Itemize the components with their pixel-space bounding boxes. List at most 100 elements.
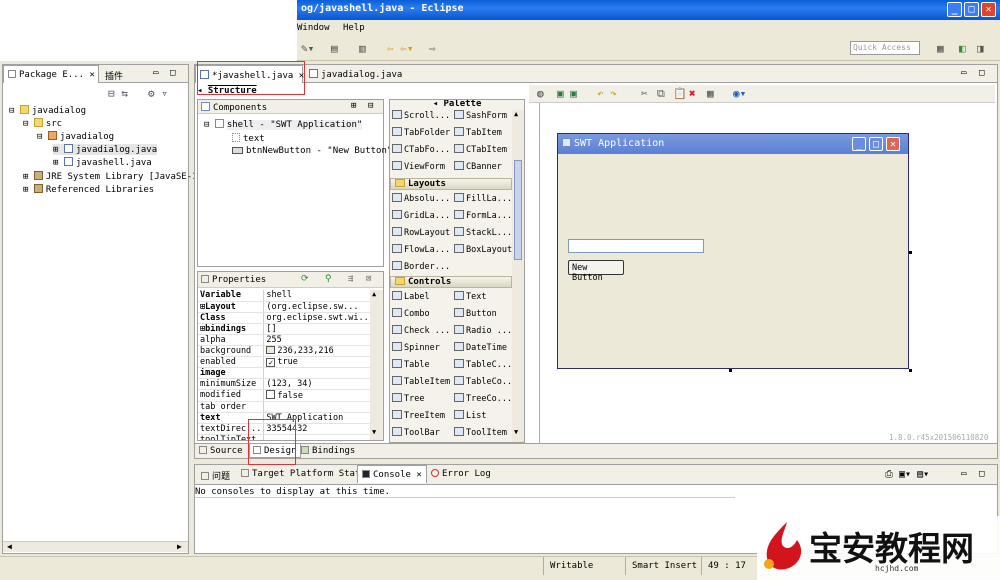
tab-javadialog[interactable]: javadialog.java	[305, 65, 405, 83]
cut-icon[interactable]: ✂	[641, 87, 648, 100]
close-button[interactable]: ✕	[981, 2, 996, 17]
preview-icon[interactable]: ▣ ▣	[557, 87, 577, 100]
minimize-editor-icon[interactable]: ▭	[961, 68, 966, 78]
palette-item[interactable]: Text	[454, 291, 486, 302]
minimize-button[interactable]: _	[947, 2, 962, 17]
property-row[interactable]: alpha 255	[198, 334, 377, 346]
palette-item[interactable]: DateTime	[454, 342, 507, 353]
component-text[interactable]: text	[232, 133, 265, 144]
undo-icon[interactable]: ↶ ↷	[597, 87, 617, 100]
palette-item[interactable]: BoxLayout	[454, 244, 512, 255]
palette-item[interactable]: Border...	[392, 261, 450, 272]
tree-item-jre[interactable]: ⊞ JRE System Library [JavaSE-1.	[23, 171, 203, 182]
property-value[interactable]: false	[263, 389, 377, 402]
palette-item[interactable]: Combo	[392, 308, 430, 319]
palette-item[interactable]: FillLa...	[454, 193, 512, 204]
palette-item[interactable]: FlowLa...	[392, 244, 450, 255]
minimize-console-icon[interactable]: ▭	[961, 469, 966, 479]
expand-all-icon[interactable]: ⊞	[351, 101, 356, 111]
layout-icon[interactable]: ▦	[707, 87, 714, 100]
test-ui-icon[interactable]: ◍	[537, 87, 544, 100]
palette-item[interactable]: Absolu...	[392, 193, 450, 204]
console-actions-icon[interactable]: ⎙ ▣▾ ▤▾	[885, 469, 929, 480]
palette-item[interactable]: List	[454, 410, 486, 421]
palette-category-layouts[interactable]: Layouts	[390, 178, 512, 190]
palette-item[interactable]: ViewForm	[392, 161, 445, 172]
resize-handle[interactable]	[909, 251, 912, 254]
tree-item-referenced-libraries[interactable]: ⊞ Referenced Libraries	[23, 184, 154, 195]
property-value[interactable]: (org.eclipse.sw...	[263, 301, 377, 313]
property-value[interactable]: org.eclipse.swt.wi...	[263, 312, 377, 324]
forward-icon[interactable]: ⇨	[429, 42, 436, 55]
preview-new-button[interactable]: New Button	[568, 260, 624, 283]
maximize-button[interactable]: □	[964, 2, 979, 17]
paste-icon[interactable]: 📋	[673, 87, 687, 100]
resize-handle[interactable]	[909, 369, 912, 372]
palette-item[interactable]: TabFolder	[392, 127, 450, 138]
new-icon[interactable]: ▤	[331, 42, 338, 55]
tab-bindings[interactable]: Bindings	[301, 446, 355, 456]
palette-item[interactable]: Button	[454, 308, 497, 319]
palette-item[interactable]: Label	[392, 291, 430, 302]
scroll-right-icon[interactable]: ▶	[177, 542, 182, 551]
property-value[interactable]: 255	[263, 334, 377, 346]
swt-shell-preview[interactable]: SWT Application _ □ ✕ New Button	[557, 133, 909, 369]
maximize-view-icon[interactable]: □	[170, 68, 175, 78]
palette-item[interactable]: TreeCo...	[454, 393, 512, 404]
property-value[interactable]: shell	[263, 290, 377, 302]
tab-error-log[interactable]: Error Log	[427, 465, 495, 483]
copy-icon[interactable]: ⧉	[657, 87, 665, 101]
tree-item-package[interactable]: ⊟ javadialog	[37, 131, 114, 142]
property-row[interactable]: ⊞Layout (org.eclipse.sw...	[198, 301, 377, 313]
menu-window[interactable]: Window	[297, 23, 330, 33]
property-row[interactable]: modified false	[198, 389, 377, 402]
resize-handle[interactable]	[729, 369, 732, 372]
delete-icon[interactable]: ✖	[689, 87, 696, 100]
open-perspective-icon[interactable]: ▦	[937, 42, 944, 55]
palette-item[interactable]: GridLa...	[392, 210, 450, 221]
palette-item[interactable]: TableC...	[454, 359, 512, 370]
tab-console[interactable]: Console ✕	[357, 465, 427, 483]
run-icon[interactable]: ✎▾	[301, 42, 314, 55]
tab-package-explorer[interactable]: Package E... ✕	[3, 65, 99, 83]
quick-access-input[interactable]: Quick Access	[850, 41, 920, 55]
checkbox-icon[interactable]	[266, 389, 276, 399]
restore-default-icon[interactable]: ⊠	[366, 274, 371, 284]
property-row[interactable]: ⊞bindings[]	[198, 323, 377, 335]
palette-item[interactable]: SashForm	[454, 110, 507, 121]
property-row[interactable]: Class org.eclipse.swt.wi...	[198, 312, 377, 324]
collapse-all-icon[interactable]: ⊟ ⇆	[108, 87, 128, 100]
look-and-feel-icon[interactable]: ◉▾	[733, 87, 746, 100]
tree-item-project[interactable]: ⊟ javadialog	[9, 105, 86, 116]
collapse-all-icon[interactable]: ⊟	[368, 101, 373, 111]
palette-item[interactable]: TableCo...	[454, 376, 517, 387]
horizontal-scrollbar[interactable]: ◀ ▶	[3, 541, 188, 552]
palette-item[interactable]: Table	[392, 359, 430, 370]
tree-item-javashell-java[interactable]: ⊞ javashell.java	[53, 157, 152, 168]
palette-item[interactable]: StackL...	[454, 227, 512, 238]
palette-item[interactable]: Check ...	[392, 325, 450, 336]
tab-target-platform[interactable]: Target Platform State	[237, 465, 370, 483]
palette-item[interactable]: ToolBar	[392, 427, 440, 438]
maximize-console-icon[interactable]: □	[979, 469, 984, 479]
tree-item-javadialog-java[interactable]: ⊞ javadialog.java	[53, 144, 158, 155]
palette-item[interactable]: ToolItem	[454, 427, 507, 438]
palette-item[interactable]: TreeItem	[392, 410, 445, 421]
property-value[interactable]	[263, 367, 377, 379]
scroll-left-icon[interactable]: ◀	[7, 542, 12, 551]
debug-perspective-icon[interactable]: ◨	[977, 42, 984, 55]
palette-item[interactable]: TabItem	[454, 127, 502, 138]
preview-text-input[interactable]	[568, 239, 704, 253]
palette-item[interactable]: CTabFo...	[392, 144, 450, 155]
tree-item-src[interactable]: ⊟ src	[23, 118, 62, 129]
property-row[interactable]: background 236,233,216	[198, 345, 377, 357]
palette-item[interactable]: CBanner	[454, 161, 502, 172]
property-value[interactable]: []	[263, 323, 377, 335]
palette-item[interactable]: Radio ...	[454, 325, 512, 336]
property-row[interactable]: tab order	[198, 401, 377, 413]
property-value[interactable]: (123, 34)	[263, 378, 377, 390]
open-icon[interactable]: ▥	[359, 42, 366, 55]
property-value[interactable]: ✓ true	[263, 356, 377, 368]
component-shell[interactable]: ⊟ shell - "SWT Application"	[204, 119, 363, 130]
palette-scrollbar[interactable]: ▲ ▼	[512, 110, 524, 442]
